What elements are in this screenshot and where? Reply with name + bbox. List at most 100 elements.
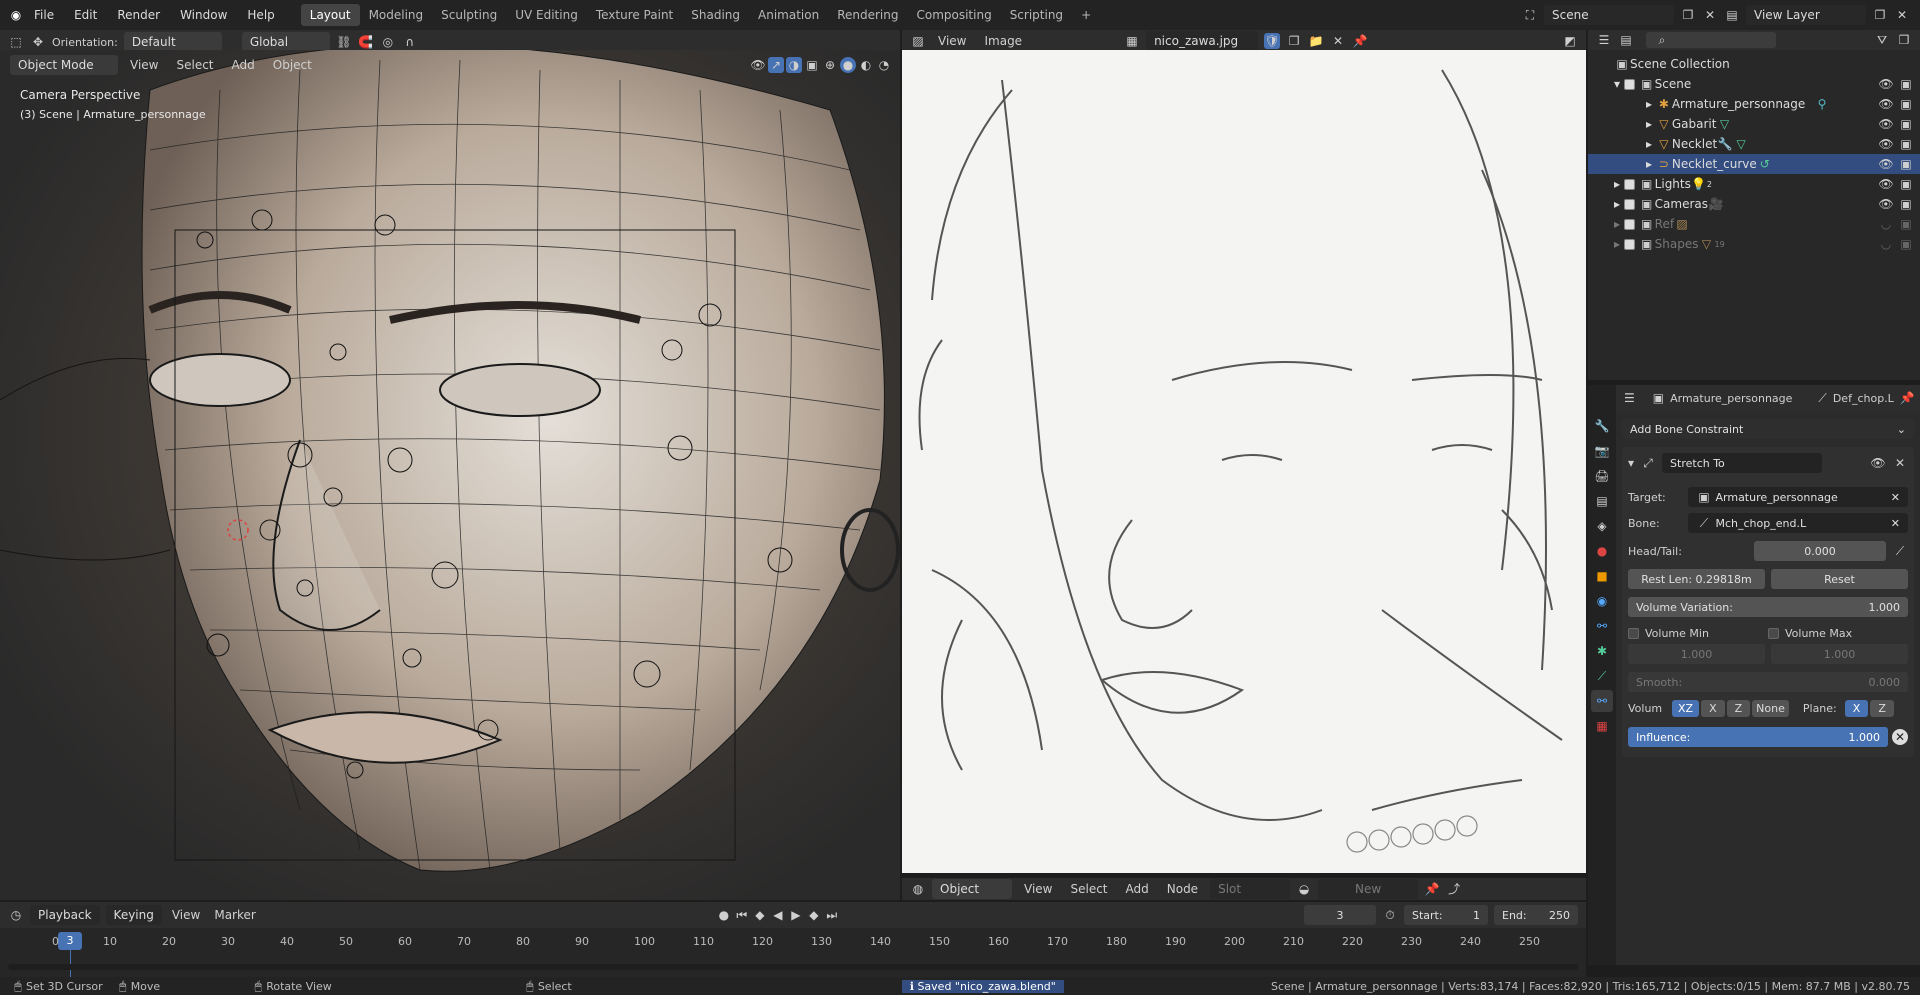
camera-render-icon[interactable]: ▣ xyxy=(1898,176,1914,192)
menu-edit[interactable]: Edit xyxy=(64,8,107,22)
node-menu-view[interactable]: View xyxy=(1018,882,1058,896)
render-tab-icon[interactable]: 📷 xyxy=(1591,440,1613,462)
collection-checkbox[interactable] xyxy=(1623,218,1635,230)
expand-arrow-icon[interactable]: ▾ xyxy=(1614,77,1624,91)
blender-logo-icon[interactable]: ◉ xyxy=(8,7,24,23)
plane-z-button[interactable]: Z xyxy=(1870,700,1894,717)
camera-render-icon[interactable]: ▣ xyxy=(1898,96,1914,112)
view-layer-tab-icon[interactable]: ▤ xyxy=(1591,490,1613,512)
bone-constraints-tab-icon[interactable]: ⚯ xyxy=(1591,690,1613,712)
outliner-item-lights[interactable]: ▸ ▣ Lights 💡 2 👁 ▣ xyxy=(1588,174,1920,194)
start-frame-field[interactable]: Start: 1 xyxy=(1404,905,1488,925)
filter-icon[interactable]: ⛛ xyxy=(1874,32,1890,48)
scene-field[interactable]: Scene xyxy=(1544,5,1674,25)
eye-icon[interactable]: 👁 xyxy=(1870,455,1886,471)
fake-user-icon[interactable]: 🛡 xyxy=(1264,33,1281,49)
world-tab-icon[interactable]: ● xyxy=(1591,540,1613,562)
volume-min-field[interactable]: 1.000 xyxy=(1628,644,1765,664)
menu-file[interactable]: File xyxy=(24,8,64,22)
tab-uv-editing[interactable]: UV Editing xyxy=(506,4,587,26)
rest-length-field[interactable]: Rest Len: 0.29818m xyxy=(1628,569,1765,589)
camera-render-icon[interactable]: ▣ xyxy=(1898,196,1914,212)
record-icon[interactable]: ● xyxy=(716,907,732,923)
constraint-name-field[interactable]: Stretch To xyxy=(1662,453,1823,473)
node-pin-icon[interactable]: 📌 xyxy=(1424,881,1440,897)
tab-rendering[interactable]: Rendering xyxy=(828,4,907,26)
image-display-icon[interactable]: ◩ xyxy=(1562,33,1578,49)
bbone-curve-icon[interactable]: ⟋ xyxy=(1892,543,1908,559)
pin-icon[interactable]: 📌 xyxy=(1352,33,1368,49)
eye-icon[interactable]: 👁 xyxy=(1878,136,1894,152)
smooth-field[interactable]: Smooth: 0.000 xyxy=(1628,672,1908,692)
collection-checkbox[interactable] xyxy=(1623,178,1635,190)
output-tab-icon[interactable]: 🖨 xyxy=(1591,465,1613,487)
image-name-field[interactable]: nico_zawa.jpg xyxy=(1146,31,1259,51)
view-layer-field[interactable]: View Layer xyxy=(1746,5,1866,25)
camera-render-icon[interactable]: ▣ xyxy=(1898,76,1914,92)
menu-help[interactable]: Help xyxy=(237,8,284,22)
new-scene-icon[interactable]: ❐ xyxy=(1680,7,1696,23)
collection-checkbox[interactable] xyxy=(1623,78,1635,90)
object-constraints-tab-icon[interactable]: ⚯ xyxy=(1591,615,1613,637)
outliner-item-ref[interactable]: ▸ ▣ Ref ▨ ◡ ▣ xyxy=(1588,214,1920,234)
menu-render[interactable]: Render xyxy=(107,8,170,22)
unlink-image-icon[interactable]: ✕ xyxy=(1330,33,1346,49)
material-shading-icon[interactable]: ◐ xyxy=(858,57,874,73)
node-menu-add[interactable]: Add xyxy=(1120,882,1155,896)
expand-arrow-icon[interactable]: ▸ xyxy=(1646,157,1656,171)
expand-arrow-icon[interactable]: ▸ xyxy=(1614,197,1624,211)
collapse-arrow-icon[interactable]: ▾ xyxy=(1628,456,1634,470)
delete-view-layer-icon[interactable]: ✕ xyxy=(1894,7,1910,23)
node-menu-node[interactable]: Node xyxy=(1161,882,1204,896)
eye-icon[interactable]: 👁 xyxy=(1878,116,1894,132)
target-field[interactable]: ▣ Armature_personnage ✕ xyxy=(1688,487,1908,507)
add-workspace-button[interactable]: + xyxy=(1072,4,1100,26)
expand-arrow-icon[interactable]: ▸ xyxy=(1614,237,1624,251)
material-browse-icon[interactable]: ◒ xyxy=(1296,881,1312,897)
outliner-item-necklet[interactable]: ▸ ▽ Necklet 🔧 ▽ 👁 ▣ xyxy=(1588,134,1920,154)
reference-image[interactable] xyxy=(902,50,1586,873)
display-mode-icon[interactable]: ▤ xyxy=(1618,32,1634,48)
volume-max-toggle[interactable]: Volume Max xyxy=(1768,627,1908,640)
orientation-dropdown[interactable]: Default xyxy=(123,32,222,52)
clear-icon[interactable]: ✕ xyxy=(1891,491,1900,504)
volume-min-toggle[interactable]: Volume Min xyxy=(1628,627,1768,640)
mode-dropdown[interactable]: Object Mode xyxy=(10,55,118,75)
transform-orientation-dropdown[interactable]: Global xyxy=(241,32,330,52)
outliner-item-cameras[interactable]: ▸ ▣ Cameras 🎥 👁 ▣ xyxy=(1588,194,1920,214)
bone-tab-icon[interactable]: ⟋ xyxy=(1591,665,1613,687)
collection-checkbox[interactable] xyxy=(1623,238,1635,250)
tab-shading[interactable]: Shading xyxy=(682,4,749,26)
rendered-shading-icon[interactable]: ◔ xyxy=(876,57,892,73)
eye-icon[interactable]: 👁 xyxy=(1878,96,1894,112)
influence-slider[interactable]: Influence: 1.000 xyxy=(1628,727,1888,747)
delete-scene-icon[interactable]: ✕ xyxy=(1702,7,1718,23)
outliner-item-shapes[interactable]: ▸ ▣ Shapes ▽ 19 ◡ ▣ xyxy=(1588,234,1920,254)
new-view-layer-icon[interactable]: ❐ xyxy=(1872,7,1888,23)
eye-hidden-icon[interactable]: ◡ xyxy=(1878,236,1894,252)
outliner-type-icon[interactable]: ☰ xyxy=(1596,32,1612,48)
volume-max-checkbox[interactable] xyxy=(1768,628,1779,639)
next-keyframe-icon[interactable]: ◆ xyxy=(806,907,822,923)
falloff-icon[interactable]: ∩ xyxy=(402,34,418,50)
eye-hidden-icon[interactable]: ◡ xyxy=(1878,216,1894,232)
visibility-icon[interactable]: 👁 xyxy=(750,57,766,73)
texture-tab-icon[interactable]: ▦ xyxy=(1591,715,1613,737)
play-icon[interactable]: ▶ xyxy=(788,907,804,923)
pin-icon[interactable]: 📌 xyxy=(1900,390,1915,406)
keying-menu[interactable]: Keying xyxy=(105,905,162,925)
tab-texture-paint[interactable]: Texture Paint xyxy=(587,4,682,26)
eye-icon[interactable]: 👁 xyxy=(1878,76,1894,92)
snap-icon[interactable]: 🧲 xyxy=(358,34,374,50)
expand-arrow-icon[interactable]: ▸ xyxy=(1646,97,1656,111)
scene-tab-icon[interactable]: ◈ xyxy=(1591,515,1613,537)
volume-min-checkbox[interactable] xyxy=(1628,628,1639,639)
outliner-item-armature[interactable]: ▸ ✱ Armature_personnage ⚲ 👁 ▣ xyxy=(1588,94,1920,114)
timeline-type-icon[interactable]: ◷ xyxy=(8,907,24,923)
node-snap-icon[interactable]: ⤴ xyxy=(1446,881,1462,897)
camera-render-icon[interactable]: ▣ xyxy=(1898,236,1914,252)
volume-z-button[interactable]: Z xyxy=(1726,700,1751,717)
expand-arrow-icon[interactable]: ▸ xyxy=(1646,117,1656,131)
image-menu-view[interactable]: View xyxy=(932,34,972,48)
new-material-button[interactable]: New xyxy=(1318,879,1419,899)
